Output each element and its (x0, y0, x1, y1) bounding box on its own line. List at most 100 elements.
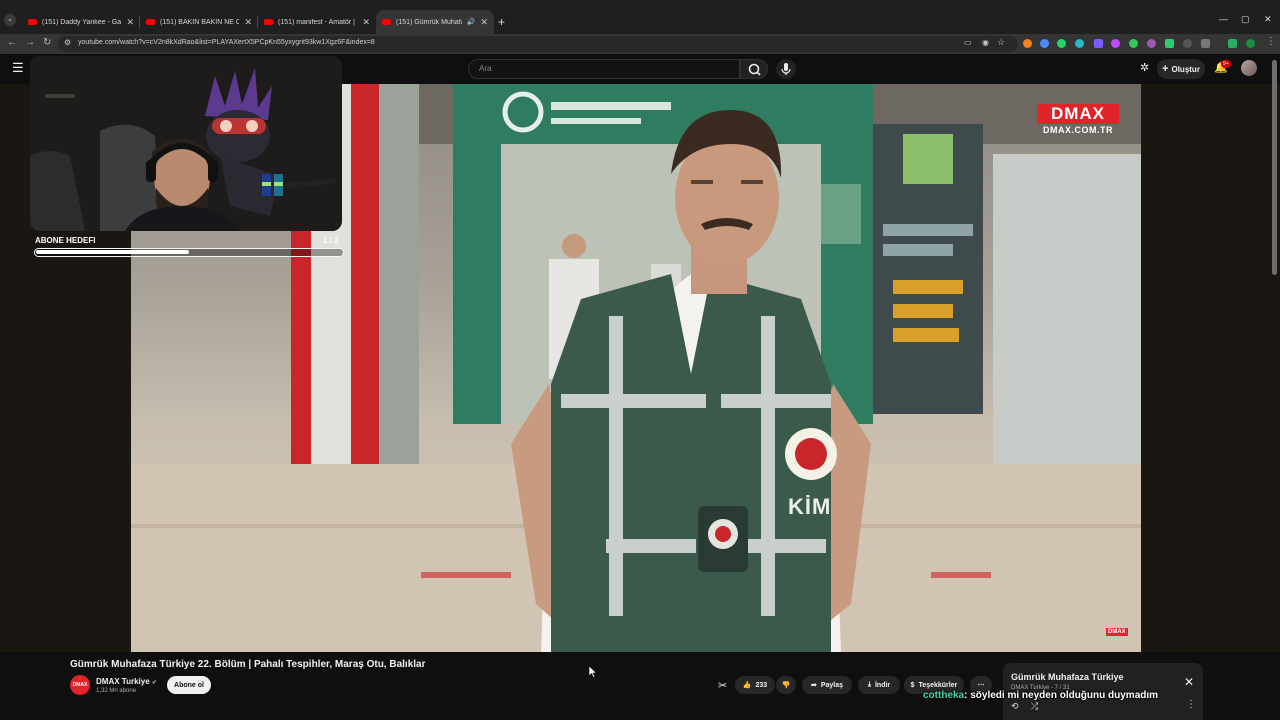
voice-search-button[interactable] (776, 59, 796, 79)
extensions-puzzle-icon[interactable] (1201, 39, 1210, 48)
create-button[interactable]: + Oluştur (1157, 59, 1205, 79)
extension-icon[interactable] (1228, 39, 1237, 48)
eye-off-icon[interactable]: ◉ (982, 38, 989, 47)
extension-icon[interactable] (1147, 39, 1156, 48)
create-label: Oluştur (1171, 64, 1200, 74)
more-vertical-icon[interactable]: ⋮ (1186, 699, 1196, 710)
chat-message: cottheka: söyledi mi neyden olduğunu duy… (923, 690, 1158, 701)
channel-name[interactable]: DMAX Turkiye ✔ (96, 677, 157, 686)
thumbs-down-icon: 👎 (781, 682, 791, 689)
page-scrollbar[interactable] (1272, 60, 1277, 275)
tab-search-button[interactable]: ⌄ (4, 14, 16, 26)
loop-icon[interactable]: ⟲ (1011, 701, 1019, 712)
dmax-corner-logo: DMAX (1106, 628, 1128, 636)
tab-close-icon[interactable]: ✕ (126, 17, 134, 28)
extension-icon[interactable] (1183, 39, 1192, 48)
close-icon[interactable]: ✕ (1184, 675, 1194, 689)
webcam-overlay (30, 56, 342, 231)
youtube-favicon-icon (382, 19, 391, 25)
download-label: İndir (874, 681, 891, 689)
browser-menu-icon[interactable]: ⋮ (1266, 36, 1276, 47)
search-icon (748, 63, 761, 76)
extension-icon[interactable] (1040, 39, 1049, 48)
playlist-title: Gümrük Muhafaza Türkiye (1011, 672, 1124, 682)
new-tab-button[interactable]: + (498, 15, 505, 29)
account-avatar[interactable] (1241, 60, 1257, 76)
subscribe-button[interactable]: Abone ol (167, 676, 211, 694)
subscriber-count: 1,32 Mn abone (96, 688, 137, 694)
browser-tab-active[interactable]: (151) Gümrük Muhafaza Tü 🔊 ✕ (376, 10, 494, 34)
plus-icon: + (1162, 63, 1169, 75)
share-label: Paylaş (820, 681, 844, 689)
site-info-icon[interactable]: ⚙ (64, 38, 71, 47)
tab-title: (151) BAKIN BAKIN NE OLUYOR (160, 18, 240, 26)
extension-icon[interactable] (1057, 39, 1066, 48)
mouse-cursor-icon (589, 666, 597, 678)
youtube-favicon-icon (28, 19, 37, 25)
dmax-url-text: DMAX.COM.TR (1043, 125, 1113, 135)
browser-tab[interactable]: (151) BAKIN BAKIN NE OLUYOR ✕ (140, 10, 258, 34)
search-placeholder: Ara (479, 64, 492, 73)
dislike-button[interactable]: 👎 (776, 676, 796, 694)
clip-icon[interactable]: ✂ (718, 679, 727, 692)
speaker-icon[interactable]: 🔊 (467, 18, 476, 26)
tab-title: (151) Gümrük Muhafaza Tü (396, 18, 462, 26)
microphone-icon (781, 63, 791, 75)
back-arrow-icon[interactable]: ← (7, 37, 17, 48)
download-button[interactable]: ⤓ İndir (858, 676, 900, 694)
extension-icon[interactable] (1129, 39, 1138, 48)
url-text: youtube.com/watch?v=cV2n8kXdRao&list=PLA… (78, 39, 375, 46)
extension-icon[interactable] (1094, 39, 1103, 48)
search-input[interactable]: Ara (468, 59, 740, 79)
more-horizontal-icon: ⋯ (977, 682, 985, 689)
webcam-scene (30, 56, 342, 231)
shuffle-icon[interactable]: ⤮ (1031, 701, 1038, 712)
hamburger-menu-icon[interactable]: ☰ (12, 60, 24, 76)
download-icon: ⤓ (867, 681, 871, 688)
extension-icon[interactable] (1075, 39, 1084, 48)
extension-icon[interactable] (1023, 39, 1032, 48)
cast-icon[interactable]: ✲ (1140, 61, 1149, 74)
browser-tab[interactable]: (151) manifest - Amatör | Vlog ✕ (258, 10, 376, 34)
subscriber-goal-progress-bar (34, 248, 344, 257)
cast-icon[interactable]: ▭ (964, 38, 972, 47)
browser-tab-strip: ⌄ (151) Daddy Yankee - Gasolina ✕ (151) … (0, 0, 1280, 34)
extension-icon[interactable] (1165, 39, 1174, 48)
like-button[interactable]: 👍 233 (735, 676, 775, 694)
chat-username: cottheka (923, 690, 965, 701)
profile-icon[interactable] (1246, 39, 1255, 48)
share-button[interactable]: ➦ Paylaş (802, 676, 852, 694)
youtube-favicon-icon (264, 19, 273, 25)
star-icon[interactable]: ☆ (997, 37, 1005, 48)
channel-name-text: DMAX Turkiye (96, 677, 150, 686)
forward-arrow-icon[interactable]: → (25, 37, 35, 48)
address-bar[interactable]: ⚙ youtube.com/watch?v=cV2n8kXdRao&list=P… (58, 36, 1018, 52)
search-button[interactable] (740, 59, 768, 79)
chat-message-text: : söyledi mi neyden olduğunu duymadım (964, 690, 1159, 701)
thumbs-up-icon: 👍 (742, 682, 752, 689)
tab-title: (151) Daddy Yankee - Gasolina (42, 18, 122, 26)
vest-text: KİM (788, 494, 832, 519)
reload-icon[interactable]: ↻ (43, 37, 51, 48)
notification-badge: 9+ (1221, 60, 1231, 68)
browser-tab[interactable]: (151) Daddy Yankee - Gasolina ✕ (22, 10, 140, 34)
dmax-logo-text: DMAX (1037, 104, 1119, 124)
thanks-icon: $ (910, 681, 915, 689)
subscriber-goal-label: ABONE HEDEFI (35, 236, 96, 245)
maximize-button[interactable]: ▢ (1241, 14, 1250, 25)
thanks-label: Teşekkürler (918, 681, 958, 689)
tab-title: (151) manifest - Amatör | Vlog (278, 18, 357, 26)
subscriber-goal-count: 1 / 2 (323, 236, 339, 245)
like-count: 233 (755, 681, 768, 689)
tab-close-icon[interactable]: ✕ (362, 17, 370, 28)
subscriber-goal-progress-fill (36, 250, 189, 254)
verified-check-icon: ✔ (151, 680, 157, 686)
channel-avatar[interactable]: DMAX (70, 675, 90, 695)
tab-close-icon[interactable]: ✕ (480, 17, 488, 28)
tab-close-icon[interactable]: ✕ (244, 17, 252, 28)
share-icon: ➦ (810, 682, 817, 689)
extension-icon[interactable] (1111, 39, 1120, 48)
minimize-button[interactable]: — (1219, 14, 1228, 24)
video-title: Gümrük Muhafaza Türkiye 22. Bölüm | Paha… (70, 659, 426, 670)
close-window-button[interactable]: ✕ (1264, 14, 1272, 25)
